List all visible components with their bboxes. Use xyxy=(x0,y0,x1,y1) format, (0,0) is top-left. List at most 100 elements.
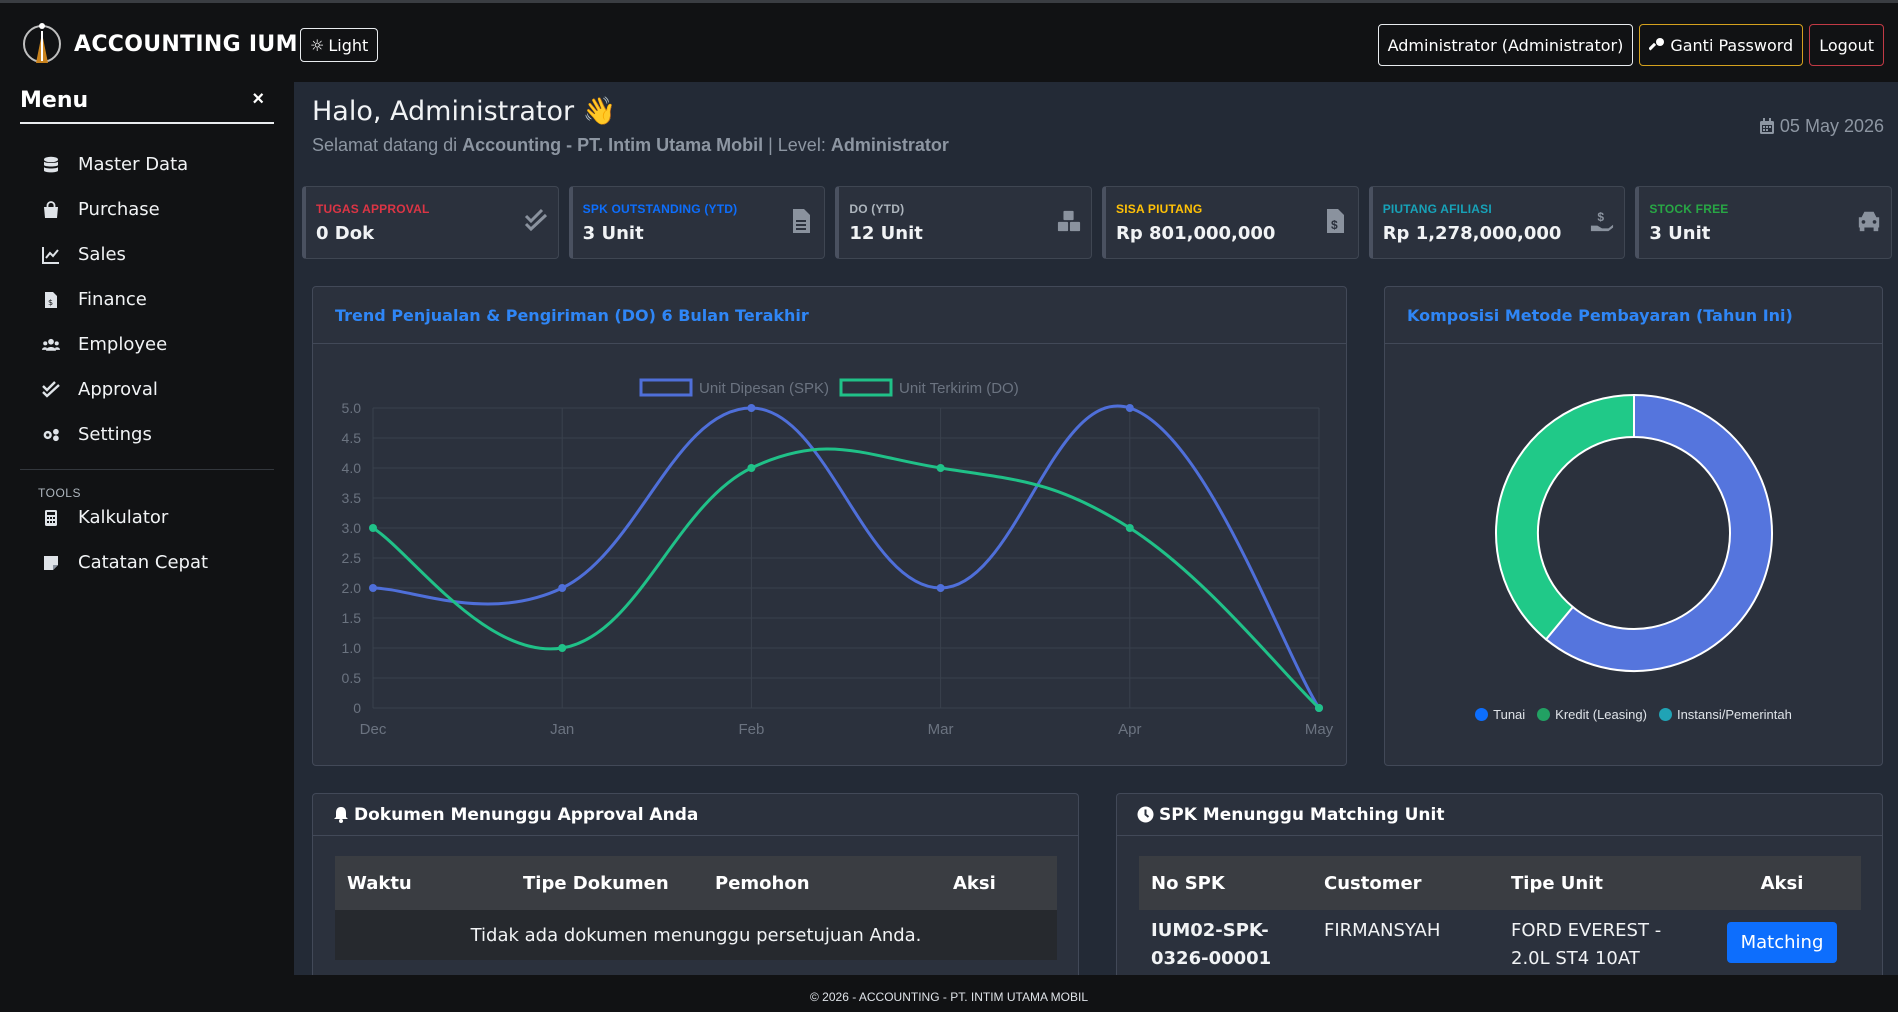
sidebar-item-kalkulator[interactable]: Kalkulator xyxy=(20,495,274,540)
sidebar-menu: Master Data Purchase Sales $ Finance Emp… xyxy=(20,142,274,457)
column-header[interactable]: Waktu xyxy=(335,856,511,910)
series-line xyxy=(372,447,1321,710)
user-profile-button[interactable]: Administrator (Administrator) xyxy=(1377,24,1634,66)
theme-toggle-button[interactable]: ☼ Light xyxy=(300,28,379,62)
stat-card-do[interactable]: DO (YTD) 12 Unit xyxy=(835,186,1093,259)
stat-card-value: 3 Unit xyxy=(1649,223,1711,244)
data-point xyxy=(558,584,567,592)
payment-method-chart[interactable] xyxy=(1385,287,1883,766)
hand-dollar-icon: $ xyxy=(1591,210,1614,232)
column-header[interactable]: Tipe Dokumen xyxy=(511,856,703,910)
sidebar-item-sales[interactable]: Sales xyxy=(20,232,274,277)
action-cell: Matching xyxy=(1703,910,1861,975)
y-tick-label: 2.0 xyxy=(342,580,362,596)
pie-slice xyxy=(1495,393,1635,641)
stat-card-spk-outstanding[interactable]: SPK OUTSTANDING (YTD) 3 Unit xyxy=(568,186,826,259)
svg-text:$: $ xyxy=(1598,210,1605,224)
invoice-icon: $ xyxy=(45,291,57,308)
footer: © 2026 - ACCOUNTING - PT. INTIM UTAMA MO… xyxy=(0,975,1898,1012)
tools-menu: Kalkulator Catatan Cepat xyxy=(20,495,274,585)
data-point xyxy=(558,644,567,652)
legend-label: Unit Terkirim (DO) xyxy=(899,380,1019,397)
data-point xyxy=(1125,404,1134,412)
logout-label: Logout xyxy=(1819,35,1874,55)
sales-trend-panel: Trend Penjualan & Pengiriman (DO) 6 Bula… xyxy=(312,286,1347,766)
stat-card-label: TUGAS APPROVAL xyxy=(316,202,430,216)
x-tick-label: Dec xyxy=(360,721,387,738)
change-password-button[interactable]: Ganti Password xyxy=(1639,24,1804,66)
brand[interactable]: ACCOUNTING IUM xyxy=(20,19,298,69)
welcome-text: Selamat datang di Accounting - PT. Intim… xyxy=(312,135,949,156)
sidebar-item-master-data[interactable]: Master Data xyxy=(20,142,274,187)
sun-icon: ☼ xyxy=(310,35,325,55)
close-icon[interactable]: × xyxy=(252,88,264,110)
sidebar-item-settings[interactable]: Settings xyxy=(20,412,274,457)
empty-message: Tidak ada dokumen menunggu persetujuan A… xyxy=(335,910,1057,960)
column-header[interactable]: Customer xyxy=(1312,856,1499,910)
sidebar-item-employee[interactable]: Employee xyxy=(20,322,274,367)
y-tick-label: 2.5 xyxy=(342,550,362,566)
legend-dot xyxy=(1475,708,1489,721)
double-check-icon xyxy=(42,380,60,398)
level-prefix: | Level: xyxy=(763,135,831,155)
legend-item[interactable]: Tunai xyxy=(1475,707,1525,722)
invoice-dollar-icon: $ xyxy=(1326,209,1344,233)
y-tick-label: 1.5 xyxy=(342,610,362,626)
table-header-row: Waktu Tipe Dokumen Pemohon Aksi xyxy=(335,856,1057,910)
stat-card-value: 0 Dok xyxy=(316,223,375,244)
x-tick-label: Jan xyxy=(550,721,574,738)
table-row: Tidak ada dokumen menunggu persetujuan A… xyxy=(335,910,1057,960)
boxes-icon xyxy=(1057,210,1081,232)
data-point xyxy=(936,464,945,472)
sidebar-item-label: Approval xyxy=(78,379,158,400)
y-tick-label: 0 xyxy=(353,700,361,716)
x-tick-label: May xyxy=(1305,721,1334,738)
stat-card-label: SPK OUTSTANDING (YTD) xyxy=(582,202,738,216)
sidebar-item-label: Purchase xyxy=(78,199,160,220)
sidebar-item-finance[interactable]: $ Finance xyxy=(20,277,274,322)
y-tick-label: 1.0 xyxy=(342,640,362,656)
current-date-text: 05 May 2026 xyxy=(1779,116,1884,136)
stat-card-label: DO (YTD) xyxy=(849,202,905,216)
sidebar-item-label: Kalkulator xyxy=(78,507,169,528)
column-header[interactable]: Aksi xyxy=(1703,856,1861,910)
approval-panel: Dokumen Menunggu Approval Anda Waktu Tip… xyxy=(312,793,1079,975)
legend-item[interactable]: Instansi/Pemerintah xyxy=(1658,707,1792,722)
sidebar-item-purchase[interactable]: Purchase xyxy=(20,187,274,232)
data-point xyxy=(747,404,756,412)
logout-button[interactable]: Logout xyxy=(1809,24,1884,66)
sidebar-item-label: Employee xyxy=(78,334,168,355)
stat-card-label: SISA PIUTANG xyxy=(1116,202,1203,216)
stat-card-piutang-afiliasi[interactable]: PIUTANG AFILIASI Rp 1,278,000,000 $ xyxy=(1368,186,1626,259)
sidebar-item-catatan-cepat[interactable]: Catatan Cepat xyxy=(20,540,274,585)
stat-card-stock-free[interactable]: STOCK FREE 3 Unit xyxy=(1635,186,1893,259)
x-tick-label: Apr xyxy=(1118,721,1141,738)
table-header-row: No SPK Customer Tipe Unit Aksi xyxy=(1139,856,1861,910)
table-row[interactable]: IUM02-SPK-0326-00001 FIRMANSYAH FORD EVE… xyxy=(1139,910,1861,975)
y-tick-label: 0.5 xyxy=(342,670,362,686)
theme-toggle-label: Light xyxy=(328,35,369,55)
sidebar-item-label: Catatan Cepat xyxy=(78,552,209,573)
x-tick-label: Feb xyxy=(738,721,764,738)
spk-table: No SPK Customer Tipe Unit Aksi IUM02-SPK… xyxy=(1139,856,1861,975)
user-profile-label: Administrator (Administrator) xyxy=(1387,35,1624,55)
column-header[interactable]: Pemohon xyxy=(703,856,941,910)
current-date: 05 May 2026 xyxy=(1759,116,1884,137)
sidebar-item-approval[interactable]: Approval xyxy=(20,367,274,412)
data-point xyxy=(1125,524,1134,532)
stat-card-label: STOCK FREE xyxy=(1649,202,1729,216)
brand-name: ACCOUNTING IUM xyxy=(74,31,298,57)
welcome-prefix: Selamat datang di xyxy=(312,135,463,155)
column-header[interactable]: No SPK xyxy=(1139,856,1312,910)
column-header[interactable]: Tipe Unit xyxy=(1499,856,1703,910)
stat-card-tugas-approval[interactable]: TUGAS APPROVAL 0 Dok xyxy=(302,186,559,259)
matching-button[interactable]: Matching xyxy=(1726,922,1838,963)
calculator-icon xyxy=(45,509,57,526)
spk-matching-panel: SPK Menunggu Matching Unit No SPK Custom… xyxy=(1116,793,1883,975)
legend-label: Kredit (Leasing) xyxy=(1555,707,1647,722)
column-header[interactable]: Aksi xyxy=(941,856,1057,910)
sales-trend-chart[interactable]: 0 0.5 1.0 1.5 2.0 2.5 3.0 3.5 4.0 4.5 5.0 Dec Jan Feb… xyxy=(313,287,1347,766)
spk-number: IUM02-SPK-0326-00001 xyxy=(1151,920,1272,969)
stat-card-sisa-piutang[interactable]: SISA PIUTANG Rp 801,000,000 $ xyxy=(1102,186,1359,259)
legend-item[interactable]: Kredit (Leasing) xyxy=(1537,707,1647,722)
